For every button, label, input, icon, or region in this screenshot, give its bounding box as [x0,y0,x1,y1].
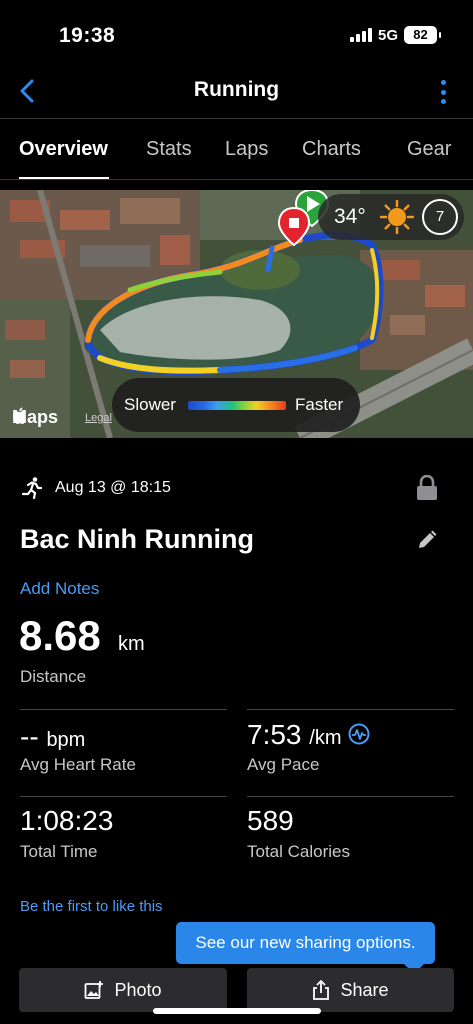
cellular-signal-icon [349,28,372,42]
total-time-value: 1:08:23 [20,805,114,836]
apple-logo-icon [13,407,26,424]
legend-faster-label: Faster [295,395,344,414]
status-bar: 19:38 5G 82 [0,0,473,70]
running-activity-icon [21,477,43,500]
heart-rate-stat: -- bpm [20,721,85,753]
lock-icon[interactable] [416,475,438,501]
add-notes-link[interactable]: Add Notes [20,579,99,599]
nav-header: Running [0,70,473,114]
legal-link[interactable]: Legal [85,412,112,424]
tab-charts[interactable]: Charts [302,138,361,161]
tab-stats[interactable]: Stats [146,138,192,161]
pace-stat: 7:53 /km [247,719,342,751]
tab-bar: Overview Stats Laps Charts Gear [0,130,473,178]
page-title: Running [193,78,280,101]
battery-icon: 82 [404,26,441,44]
divider [0,118,473,119]
pencil-edit-icon[interactable] [417,530,437,550]
more-options-button[interactable] [433,78,453,106]
photo-button[interactable]: Photo [19,968,227,1012]
like-link[interactable]: Be the first to like this [20,898,163,915]
activity-name: Bac Ninh Running [20,524,254,554]
route-map[interactable]: 34° 7 Slower Faster Maps Legal [0,190,473,438]
apple-maps-logo: Maps [12,407,58,428]
weather-badge: 34° 7 [318,194,464,240]
pace-unit: /km [309,727,342,749]
pace-label: Avg Pace [247,755,320,774]
heart-rate-label: Avg Heart Rate [20,755,136,774]
sharing-tooltip[interactable]: See our new sharing options. [176,922,435,974]
sun-icon [380,200,414,234]
status-time: 19:38 [59,24,116,47]
calories-value: 589 [247,805,294,836]
divider [0,179,473,180]
home-indicator [153,1008,321,1014]
divider [247,709,454,710]
weather-temperature: 34° [334,205,366,228]
divider [20,709,227,710]
pace-chart-icon[interactable] [348,723,370,745]
vertical-dots-icon [440,80,446,85]
tab-gear[interactable]: Gear [407,138,451,161]
divider [247,796,454,797]
tab-laps[interactable]: Laps [225,138,268,161]
heart-rate-value: -- [20,721,39,752]
share-button-label: Share [340,979,389,1000]
legend-slower-label: Slower [124,395,176,414]
pace-gradient-bar [188,401,286,410]
pace-legend: Slower Faster [112,378,360,432]
tab-overview[interactable]: Overview [19,138,108,161]
distance-label: Distance [20,667,87,686]
heart-rate-unit: bpm [46,729,86,751]
add-photo-icon [85,981,104,999]
total-time-label: Total Time [20,842,98,861]
share-icon [313,980,330,1000]
divider [20,796,227,797]
share-button[interactable]: Share [247,968,454,1012]
distance-value: 8.68 [19,612,101,659]
calories-label: Total Calories [247,842,350,861]
pace-value: 7:53 [247,719,302,750]
wind-speed-icon: 7 [422,199,458,235]
network-type: 5G [377,26,398,44]
distance-unit: km [118,633,145,655]
photo-button-label: Photo [114,979,162,1000]
activity-date: Aug 13 @ 18:15 [55,479,171,496]
